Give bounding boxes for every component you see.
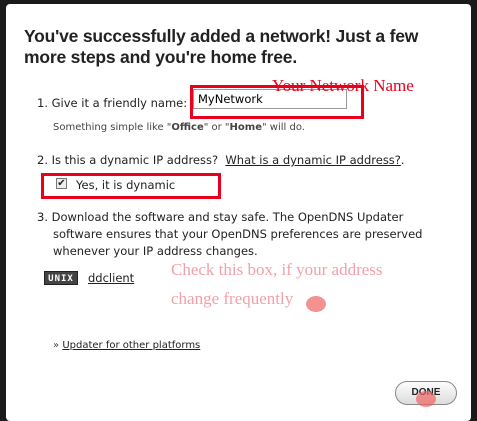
step2-label: 2. Is this a dynamic IP address? What is… (37, 153, 405, 167)
checkbox-annotation-line2: change frequently (171, 289, 294, 308)
dialog-heading: You've successfully added a network! Jus… (24, 26, 419, 67)
chevron-right-icon: » (53, 340, 60, 351)
network-name-annotation: Your Network Name (272, 76, 414, 95)
step3-line3: whenever your IP address changes. (53, 244, 258, 258)
dynamic-ip-help-link[interactable]: What is a dynamic IP address? (225, 153, 401, 167)
step3-line1: 3. Download the software and stay safe. … (37, 210, 404, 224)
highlight-blob (306, 296, 326, 312)
other-platforms-link[interactable]: Updater for other platforms (62, 340, 200, 351)
highlight-blob (416, 391, 436, 407)
dynamic-checkbox-highlight (41, 173, 221, 199)
checkbox-annotation-line1: Check this box, if your address (171, 260, 383, 279)
step1-label: 1. Give it a friendly name: (37, 96, 188, 110)
step3-line2: software ensures that your OpenDNS prefe… (53, 227, 423, 241)
other-platforms: » Updater for other platforms (53, 340, 200, 351)
unix-icon: UNIX (44, 271, 78, 285)
step1-hint: Something simple like "Office" or "Home"… (53, 122, 305, 133)
ddclient-link[interactable]: ddclient (88, 271, 134, 285)
